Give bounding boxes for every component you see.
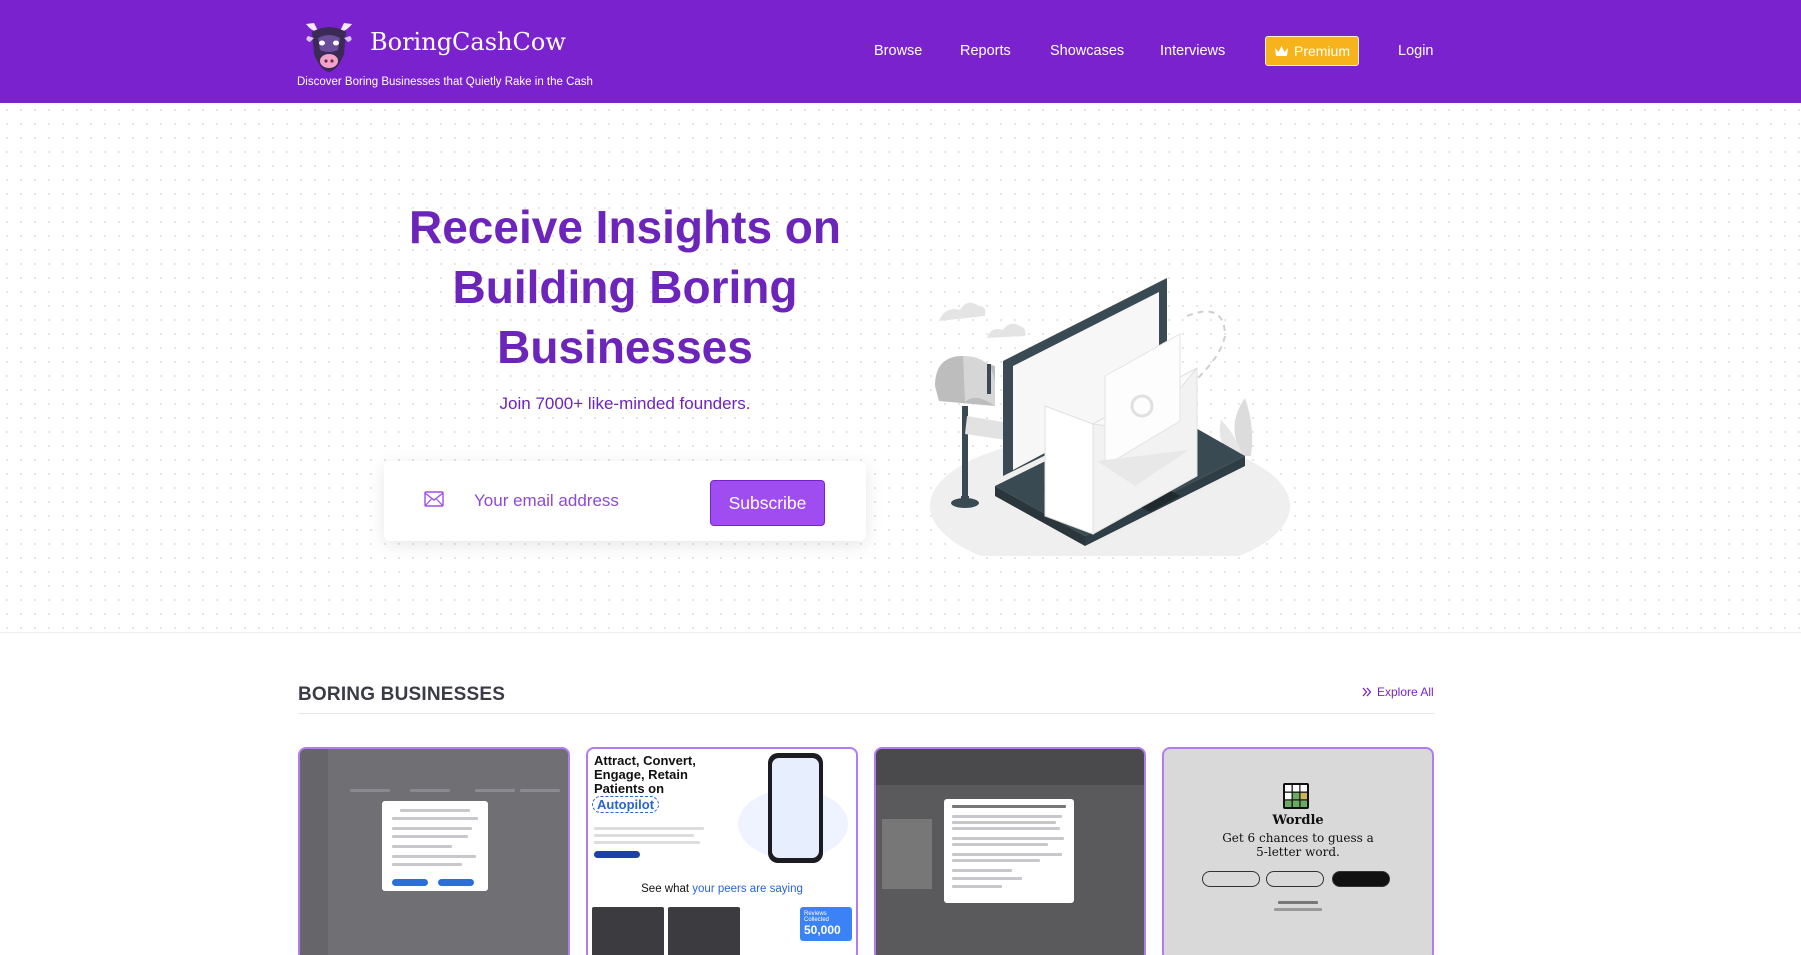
main-nav: Browse Reports Showcases Interviews Logi… — [0, 36, 1801, 66]
explore-all-link[interactable]: Explore All — [1362, 685, 1434, 699]
premium-button[interactable]: Premium — [1265, 36, 1359, 66]
crown-icon — [1274, 46, 1288, 56]
testimonial-photo — [668, 907, 740, 955]
section-divider — [298, 713, 1434, 714]
card-screenshot-header — [876, 749, 1144, 785]
card-headline: Attract, Convert, Engage, Retain Patient… — [594, 753, 696, 796]
card-modal-preview — [944, 799, 1074, 903]
business-cards: Attract, Convert, Engage, Retain Patient… — [298, 747, 1434, 955]
card-preview-button — [1266, 871, 1324, 887]
card-title: Wordle — [1272, 813, 1324, 828]
card-preview-button — [1332, 871, 1390, 887]
business-card[interactable]: Attract, Convert, Engage, Retain Patient… — [586, 747, 858, 955]
card-description: Get 6 chances to guess a 5-letter word. — [1222, 831, 1374, 859]
subscribe-button[interactable]: Subscribe — [710, 480, 825, 526]
nav-interviews[interactable]: Interviews — [1160, 43, 1225, 59]
stat-tile: Reviews Collected 50,000 — [800, 907, 852, 941]
business-card[interactable] — [298, 747, 570, 955]
premium-label: Premium — [1293, 43, 1350, 59]
hero-section: Receive Insights on Building Boring Busi… — [0, 103, 1801, 633]
double-chevron-right-icon — [1362, 687, 1372, 697]
nav-browse[interactable]: Browse — [874, 43, 922, 59]
testimonial-photo — [592, 907, 664, 955]
site-header: BoringCashCow Discover Boring Businesses… — [0, 0, 1801, 103]
nav-showcases[interactable]: Showcases — [1050, 43, 1124, 59]
business-card[interactable]: Wordle Get 6 chances to guess a 5-letter… — [1162, 747, 1434, 955]
card-preview-button — [1202, 871, 1260, 887]
subscribe-form: Subscribe — [384, 461, 866, 541]
hero-subtitle: Join 7000+ like-minded founders. — [499, 394, 751, 413]
email-laptop-illustration — [930, 278, 1290, 556]
wordle-logo-icon — [1283, 783, 1309, 809]
card-modal-preview — [382, 801, 488, 891]
nav-reports[interactable]: Reports — [960, 43, 1011, 59]
hero-title: Receive Insights on Building Boring Busi… — [408, 201, 841, 373]
envelope-icon — [424, 491, 444, 507]
explore-all-label: Explore All — [1377, 685, 1434, 699]
card-screenshot-sidebar — [300, 749, 328, 955]
email-input[interactable] — [474, 485, 674, 517]
tagline: Discover Boring Businesses that Quietly … — [297, 76, 593, 88]
nav-login[interactable]: Login — [1398, 43, 1433, 59]
card-highlight: Autopilot — [592, 796, 660, 813]
business-card[interactable] — [874, 747, 1146, 955]
card-peers-text: See what your peers are saying — [641, 883, 803, 895]
section-title: BORING BUSINESSES — [298, 684, 506, 705]
